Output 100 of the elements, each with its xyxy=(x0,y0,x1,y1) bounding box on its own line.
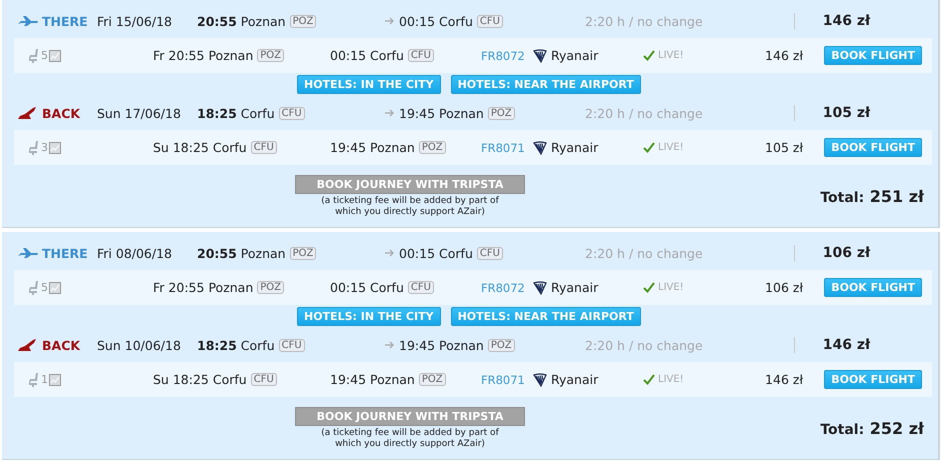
book-journey-button[interactable]: BOOK JOURNEY WITH TRIPSTA xyxy=(295,407,525,426)
chart-icon[interactable] xyxy=(49,50,61,62)
departure-city: Poznan xyxy=(240,14,286,28)
airport-code: CFU xyxy=(476,246,503,260)
airport-code: POZ xyxy=(418,373,446,386)
flight-number-link[interactable]: FR8072 xyxy=(481,48,533,62)
chart-icon[interactable] xyxy=(49,142,61,154)
airport-code: CFU xyxy=(408,49,434,62)
check-icon xyxy=(643,142,655,153)
seat-icon xyxy=(28,140,40,156)
arrival-time: 00:15 xyxy=(399,246,436,260)
seat-icon xyxy=(28,48,40,64)
harp-logo-icon xyxy=(533,280,547,294)
airline-name: Ryanair xyxy=(551,372,598,387)
flight-price: 146 zł xyxy=(764,48,803,63)
airport-code: POZ xyxy=(257,49,284,62)
book-flight-button[interactable]: BOOK FLIGHT xyxy=(824,278,922,297)
flight-number-link[interactable]: FR8071 xyxy=(481,140,533,154)
total-price: Total: 251 zł xyxy=(820,187,924,206)
airport-code: POZ xyxy=(290,246,316,260)
direction-label: BACK xyxy=(42,106,80,120)
departure-city: Poznan xyxy=(208,280,254,295)
flight-number-link[interactable]: FR8071 xyxy=(481,372,533,386)
book-flight-button[interactable]: BOOK FLIGHT xyxy=(824,370,922,389)
airport-code: POZ xyxy=(290,14,316,28)
seat-count: 5 xyxy=(41,49,48,62)
arrival-city: Corfu xyxy=(370,48,404,63)
direction-label: THERE xyxy=(42,246,88,260)
flight-duration: 2:20 h / no change xyxy=(585,338,704,352)
arrival-time: 19:45 xyxy=(330,372,366,387)
airline-name: Ryanair xyxy=(551,140,598,155)
leg-price: 105 zł xyxy=(822,105,872,121)
departure-time: 18:25 xyxy=(197,106,237,120)
harp-logo-icon xyxy=(533,372,547,386)
seat-icon xyxy=(28,280,40,296)
direction-label: BACK xyxy=(42,338,80,352)
arrival-time: 00:15 xyxy=(399,14,436,28)
departure-day: Fr xyxy=(153,48,164,63)
leg-price: 146 zł xyxy=(822,337,872,353)
departure-city: Corfu xyxy=(240,106,275,120)
departure-time: 20:55 xyxy=(168,280,204,295)
flight-duration: 2:20 h / no change xyxy=(585,14,704,28)
hotels-button[interactable]: HOTELS: IN THE CITY xyxy=(297,75,441,94)
airport-code: CFU xyxy=(250,373,277,386)
live-status: LIVE! xyxy=(658,282,684,293)
harp-logo-icon xyxy=(533,48,547,62)
departure-city: Corfu xyxy=(212,140,247,155)
departure-time: 20:55 xyxy=(197,246,237,260)
book-flight-button[interactable]: BOOK FLIGHT xyxy=(824,138,922,157)
plane-icon xyxy=(17,15,39,27)
airport-code: POZ xyxy=(257,281,284,294)
airport-code: POZ xyxy=(488,338,515,352)
arrival-city: Corfu xyxy=(439,14,473,28)
airport-code: CFU xyxy=(476,14,503,28)
departure-day: Su xyxy=(153,140,169,155)
book-journey-button[interactable]: BOOK JOURNEY WITH TRIPSTA xyxy=(295,175,525,194)
live-status: LIVE! xyxy=(658,142,684,153)
seat-count: 3 xyxy=(41,141,48,154)
airport-code: POZ xyxy=(418,141,446,154)
flight-number-link[interactable]: FR8072 xyxy=(481,280,533,294)
chart-icon[interactable] xyxy=(49,374,61,386)
arrival-time: 00:15 xyxy=(330,48,366,63)
harp-logo-icon xyxy=(533,140,547,154)
total-price: Total: 252 zł xyxy=(820,419,924,438)
airport-code: CFU xyxy=(278,338,305,352)
book-flight-button[interactable]: BOOK FLIGHT xyxy=(824,46,922,65)
plane-icon xyxy=(17,247,39,259)
ticketing-fee-note: (a ticketing fee will be added by part of which you directly support AZair) xyxy=(320,428,500,450)
departure-time: 20:55 xyxy=(168,48,204,63)
arrow-icon xyxy=(385,17,395,25)
hotels-button[interactable]: HOTELS: IN THE CITY xyxy=(297,307,441,326)
airport-code: POZ xyxy=(488,106,515,120)
departure-city: Corfu xyxy=(212,372,247,387)
flight-date: Fri 08/06/18 xyxy=(97,246,174,260)
airport-code: CFU xyxy=(250,141,277,154)
live-status: LIVE! xyxy=(658,374,684,385)
direction-label: THERE xyxy=(42,14,88,28)
arrival-time: 19:45 xyxy=(330,140,366,155)
flight-duration: 2:20 h / no change xyxy=(585,106,704,120)
airline-name: Ryanair xyxy=(551,280,598,295)
arrow-icon xyxy=(385,109,395,117)
departure-day: Su xyxy=(153,372,169,387)
seat-count: 1 xyxy=(41,373,48,386)
hotels-button[interactable]: HOTELS: NEAR THE AIRPORT xyxy=(450,75,641,94)
departure-day: Fr xyxy=(153,280,164,295)
check-icon xyxy=(643,50,655,61)
flight-duration: 2:20 h / no change xyxy=(585,246,704,260)
leg-price: 146 zł xyxy=(822,13,872,29)
leg-price: 106 zł xyxy=(822,245,872,261)
seat-count: 5 xyxy=(41,281,48,294)
departure-city: Poznan xyxy=(208,48,254,63)
arrival-time: 19:45 xyxy=(399,338,436,352)
flight-price: 146 zł xyxy=(764,372,803,387)
arrival-city: Poznan xyxy=(370,140,415,155)
flight-price: 106 zł xyxy=(764,280,803,295)
hotels-button[interactable]: HOTELS: NEAR THE AIRPORT xyxy=(450,307,641,326)
flight-date: Fri 15/06/18 xyxy=(97,14,174,28)
departure-time: 18:25 xyxy=(172,140,209,155)
chart-icon[interactable] xyxy=(49,282,61,294)
arrival-time: 19:45 xyxy=(399,106,436,120)
